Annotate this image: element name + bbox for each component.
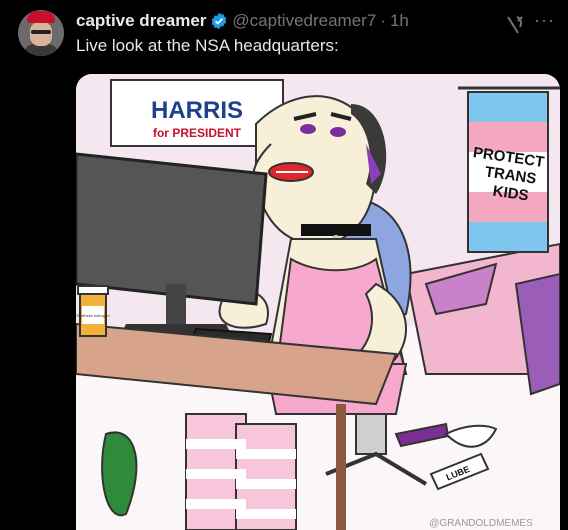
watermark: @GRANDOLDMEMES (429, 518, 533, 529)
tweet-header: captive dreamer @captivedreamer7 · 1h (76, 10, 409, 32)
avatar-glasses (31, 30, 51, 34)
tweet: captive dreamer @captivedreamer7 · 1h ··… (0, 0, 568, 530)
sign-line2: for PRESIDENT (153, 126, 242, 140)
tweet-media-image[interactable]: HARRIS for PRESIDENT PROTECT TRANS KIDS (76, 74, 560, 530)
grok-icon[interactable] (503, 13, 527, 37)
timestamp[interactable]: 1h (390, 11, 409, 31)
trans-flag: PROTECT TRANS KIDS (458, 86, 560, 253)
avatar-hat (27, 11, 55, 23)
avatar-face (30, 22, 52, 46)
avatar[interactable] (18, 10, 64, 56)
handle[interactable]: @captivedreamer7 (232, 11, 376, 31)
sign-line1: HARRIS (151, 97, 243, 124)
more-options-icon[interactable]: ··· (534, 10, 558, 32)
legs (185, 413, 297, 530)
pill-bottle: Synthetic estrogen (76, 285, 110, 337)
bottle-label: Synthetic estrogen (76, 313, 109, 318)
verified-badge-icon[interactable] (210, 12, 228, 30)
tweet-text: Live look at the NSA headquarters: (76, 36, 339, 55)
separator: · (380, 11, 386, 30)
display-name[interactable]: captive dreamer (76, 11, 206, 31)
